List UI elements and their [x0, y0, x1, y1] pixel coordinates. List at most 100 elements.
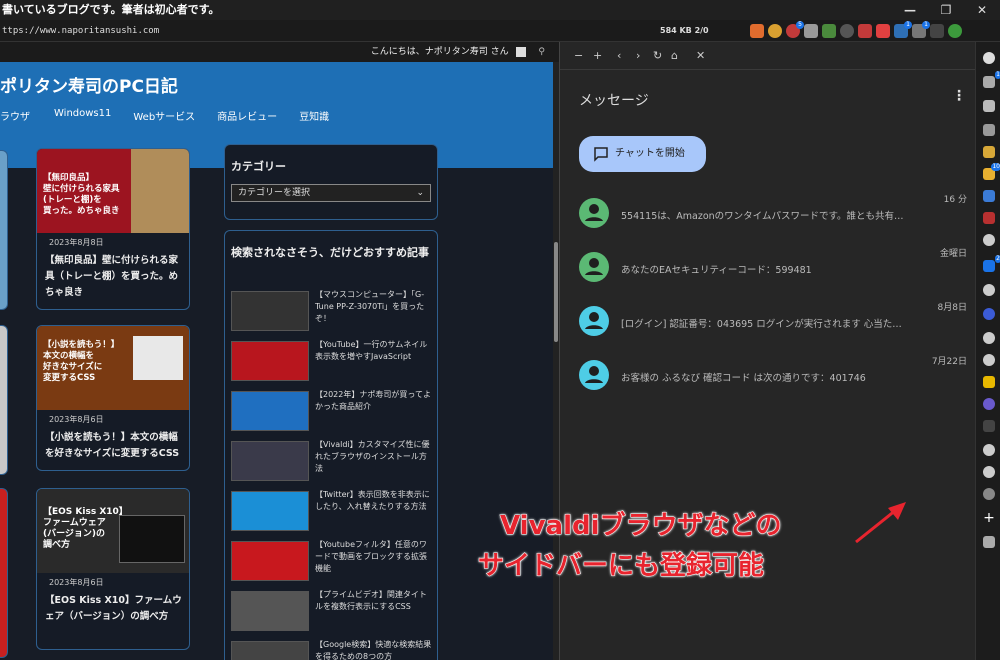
recommend-title[interactable]: 【2022年】ナポ寿司が買ってよかった商品紹介 — [315, 389, 433, 413]
sidebar-badge: 10 — [991, 163, 1000, 171]
message-preview: 554115は、Amazonのワンタイムパスワードです。誰とも共有… — [621, 211, 904, 222]
note-icon[interactable] — [983, 146, 995, 158]
google-icon[interactable] — [983, 444, 995, 456]
article-card[interactable]: 【無印良品】 壁に付けられる家具 (トレーと棚)を 買った。めちゃ良き 2023… — [36, 148, 190, 310]
google-icon[interactable] — [983, 466, 995, 478]
calendar-icon[interactable] — [983, 100, 995, 112]
window-ext-icon[interactable] — [804, 24, 818, 38]
message-row[interactable]: 16 分 554115は、Amazonのワンタイムパスワードです。誰とも共有… — [579, 195, 969, 236]
site-title[interactable]: ポリタン寿司のPC日記 — [0, 72, 178, 97]
search-icon[interactable]: ⚲ — [538, 42, 545, 62]
recommend-item[interactable]: 【Vivaldi】カスタマイズ性に優れたブラウザのインストール方法 — [231, 439, 433, 485]
address-bar[interactable]: ttps://www.naporitansushi.com 584 KB 2/0… — [0, 20, 1000, 42]
scrollbar-thumb[interactable] — [554, 242, 558, 342]
search-icon[interactable] — [983, 420, 995, 432]
annotation-line-2: サイドバーにも登録可能 — [478, 551, 765, 582]
google-icon[interactable] — [983, 284, 995, 296]
web-panel-icon[interactable]: 2 — [983, 255, 1000, 272]
google-icon[interactable] — [983, 354, 995, 366]
article-card[interactable]: 【EOS Kiss X10】 ファームウェア (バージョン)の 調べ方 2023… — [36, 488, 190, 650]
card-date: 2023年8月6日 — [49, 578, 104, 587]
nav-item-reviews[interactable]: 商品レビュー — [217, 108, 277, 123]
recommend-title[interactable]: 【Youtubeフィルタ】任意のワードで動画をブロックする拡張機能 — [315, 539, 433, 575]
article-card[interactable]: 【小説を読もう！】 本文の横幅を 好きなサイズに 変更するCSS 2023年8月… — [36, 325, 190, 471]
glasses-ext-icon[interactable] — [840, 24, 854, 38]
pocket-icon[interactable] — [983, 212, 995, 224]
recommend-item[interactable]: 【プライムビデオ】関連タイトルを複数行表示にするCSS — [231, 589, 433, 635]
restore-button[interactable]: ❐ — [928, 0, 964, 20]
clock-icon[interactable] — [983, 52, 995, 64]
cookie-ext-icon[interactable] — [768, 24, 782, 38]
zoom-out-button[interactable]: − — [574, 42, 583, 70]
annotation-line-1: Vivaldiブラウザなどの — [500, 511, 783, 542]
s2-ext-icon[interactable]: 1 — [894, 21, 912, 38]
message-row[interactable]: 7月22日 お客様の ふるなび 確認コード は次の通りです：401746 — [579, 357, 969, 398]
card-title[interactable]: 【小説を読もう！】本文の横幅を好きなサイズに変更するCSS — [45, 430, 183, 462]
recommend-title[interactable]: 【Vivaldi】カスタマイズ性に優れたブラウザのインストール方法 — [315, 439, 433, 475]
nav-item-windows11[interactable]: Windows11 — [54, 108, 111, 123]
translate-icon[interactable] — [983, 190, 995, 202]
shield-ext-icon[interactable] — [876, 24, 890, 38]
add-panel-icon[interactable]: + — [983, 511, 995, 525]
google-icon[interactable] — [983, 234, 995, 246]
avatar[interactable] — [515, 46, 526, 57]
bell-icon[interactable]: 10 — [983, 163, 1000, 180]
recommend-item[interactable]: 【マウスコンピューター】「G-Tune PP-Z-3070Ti」を買ったぞ！ — [231, 289, 433, 335]
g-ext-icon[interactable] — [858, 24, 872, 38]
partial-card[interactable] — [0, 488, 8, 658]
google-icon[interactable] — [983, 332, 995, 344]
recommend-item[interactable]: 【Twitter】表示回数を非表示にしたり、入れ替えたりする方法 — [231, 489, 433, 535]
message-row[interactable]: 金曜日 あなたのEAセキュリティーコード：599481 — [579, 249, 969, 290]
recommend-item[interactable]: 【Youtubeフィルタ】任意のワードで動画をブロックする拡張機能 — [231, 539, 433, 585]
message-time: 8月8日 — [937, 303, 967, 313]
recommend-item[interactable]: 【2022年】ナポ寿司が買ってよかった商品紹介 — [231, 389, 433, 435]
reader-icon[interactable] — [983, 124, 995, 136]
recommend-title[interactable]: 【プライムビデオ】関連タイトルを複数行表示にするCSS — [315, 589, 433, 613]
drive-icon[interactable] — [983, 376, 995, 388]
category-select[interactable]: カテゴリーを選択 ⌄ — [231, 184, 431, 202]
recommend-item[interactable]: 【YouTube】一行のサムネイル表示数を増やすJavaScript — [231, 339, 433, 385]
mail-icon[interactable]: 1 — [983, 71, 1000, 88]
card-title[interactable]: 【無印良品】壁に付けられる家具（トレーと棚）を買った。めちゃ良き — [45, 253, 183, 301]
recommend-title[interactable]: 【Google検索】快適な検索結果を得るための8つの方 — [315, 639, 433, 660]
record-ext-icon[interactable]: 5 — [786, 21, 804, 38]
recommend-title[interactable]: 【Twitter】表示回数を非表示にしたり、入れ替えたりする方法 — [315, 489, 433, 513]
reload-button[interactable]: ↻ — [653, 42, 662, 70]
close-panel-button[interactable]: ✕ — [696, 42, 705, 70]
recommend-title[interactable]: 【マウスコンピューター】「G-Tune PP-Z-3070Ti」を買ったぞ！ — [315, 289, 433, 325]
url-text[interactable]: ttps://www.naporitansushi.com — [2, 20, 159, 42]
zoom-in-button[interactable]: + — [593, 42, 602, 70]
person-icon — [585, 312, 603, 329]
avatar — [579, 252, 609, 282]
nav-item-trivia[interactable]: 豆知識 — [299, 108, 329, 123]
more-menu-button[interactable]: ⋮ — [952, 88, 966, 104]
forward-button[interactable]: › — [636, 42, 640, 70]
close-window-button[interactable]: ✕ — [964, 0, 1000, 20]
partial-card[interactable] — [0, 325, 8, 475]
recommend-thumbnail — [231, 541, 309, 581]
grid-icon[interactable] — [983, 536, 995, 548]
thumbnail-image — [133, 336, 183, 380]
recommend-title[interactable]: 【YouTube】一行のサムネイル表示数を増やすJavaScript — [315, 339, 433, 363]
download-ext-icon[interactable] — [750, 24, 764, 38]
home-button[interactable]: ⌂ — [671, 42, 678, 70]
nav-item-web-services[interactable]: Webサービス — [133, 108, 195, 123]
start-chat-button[interactable]: チャットを開始 — [579, 136, 706, 172]
card-title[interactable]: 【EOS Kiss X10】ファームウェア（バージョン）の調べ方 — [45, 593, 183, 625]
back-button[interactable]: ‹ — [617, 42, 621, 70]
tab-ext-icon[interactable]: 1 — [912, 21, 930, 38]
circle-icon[interactable] — [983, 308, 995, 320]
s-ext-icon[interactable] — [822, 24, 836, 38]
sidebar-toggle-icon[interactable] — [930, 24, 944, 38]
recommend-item[interactable]: 【Google検索】快適な検索結果を得るための8つの方 — [231, 639, 433, 660]
recommend-widget-title: 検索されなさそう、だけどおすすめ記事 — [231, 246, 429, 259]
partial-card[interactable] — [0, 150, 8, 310]
category-widget-title: カテゴリー — [231, 160, 286, 173]
mastodon-icon[interactable] — [983, 398, 995, 410]
messages-icon[interactable] — [983, 488, 995, 500]
nav-item-browser[interactable]: ラウザ — [0, 108, 30, 123]
page-stats: 584 KB 2/0 — [660, 26, 709, 35]
message-row[interactable]: 8月8日 [ログイン] 認証番号：043695 ログインが実行されます 心当た… — [579, 303, 969, 344]
minimize-button[interactable]: — — [892, 0, 928, 20]
puzzle-ext-icon[interactable] — [948, 24, 962, 38]
